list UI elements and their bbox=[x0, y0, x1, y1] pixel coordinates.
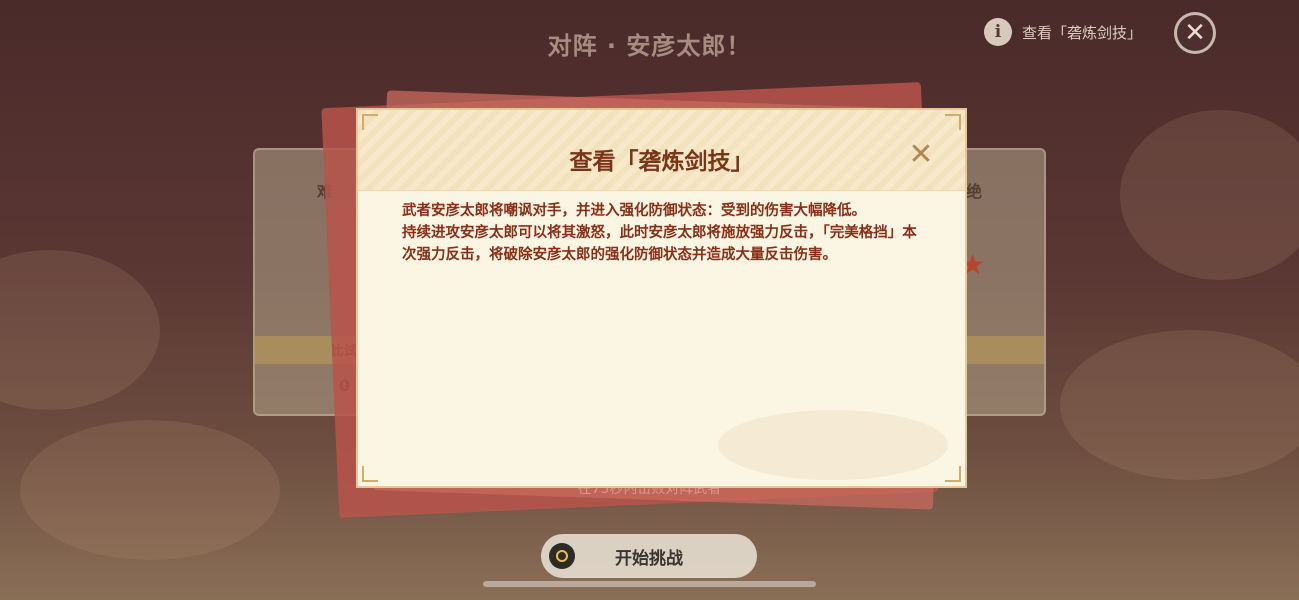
decorative-swirl bbox=[718, 410, 948, 480]
info-icon: i bbox=[984, 18, 1012, 46]
close-button[interactable]: ✕ bbox=[1174, 12, 1216, 54]
corner-ornament bbox=[945, 466, 961, 482]
dialog-close-button[interactable]: ✕ bbox=[906, 140, 936, 170]
card-label-top: 绝 bbox=[966, 182, 983, 201]
background-cloud bbox=[0, 250, 160, 410]
background-cloud bbox=[1120, 110, 1299, 280]
view-skill-link[interactable]: i 查看「砻炼剑技」 bbox=[984, 18, 1142, 46]
skill-info-dialog: 查看「砻炼剑技」 ✕ 武者安彦太郎将嘲讽对手，并进入强化防御状态：受到的伤害大幅… bbox=[356, 108, 967, 488]
close-icon: ✕ bbox=[908, 137, 934, 172]
background-cloud bbox=[1060, 330, 1299, 480]
view-skill-label: 查看「砻炼剑技」 bbox=[1022, 23, 1143, 42]
corner-ornament bbox=[362, 466, 378, 482]
corner-ornament bbox=[945, 114, 961, 130]
start-challenge-button[interactable]: 开始挑战 bbox=[541, 534, 757, 578]
dialog-paragraph: 持续进攻安彦太郎可以将其激怒，此时安彦太郎将施放强力反击，「完美格挡」本次强力反… bbox=[402, 225, 917, 263]
corner-ornament bbox=[362, 114, 378, 130]
dialog-body: 武者安彦太郎将嘲讽对手，并进入强化防御状态：受到的伤害大幅降低。 持续进攻安彦太… bbox=[402, 200, 922, 266]
start-challenge-label: 开始挑战 bbox=[615, 548, 683, 569]
challenge-icon bbox=[549, 543, 575, 569]
home-indicator[interactable] bbox=[483, 581, 816, 587]
close-icon: ✕ bbox=[1184, 18, 1206, 48]
dialog-paragraph: 武者安彦太郎将嘲讽对手，并进入强化防御状态：受到的伤害大幅降低。 bbox=[402, 203, 866, 219]
dialog-title: 查看「砻炼剑技」 bbox=[569, 149, 754, 175]
